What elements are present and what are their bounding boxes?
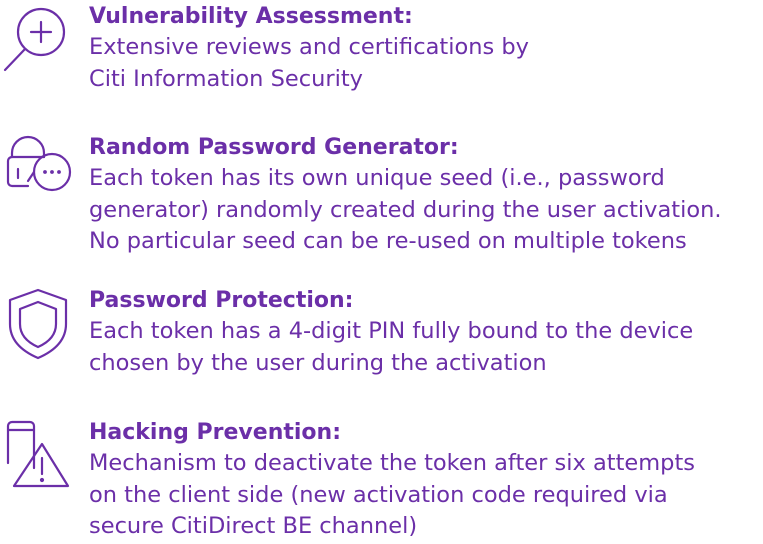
description-line: Each token has its own unique seed (i.e.… (89, 165, 665, 191)
description-line: on the client side (new activation code … (89, 481, 668, 508)
description-line: Extensive reviews and certifications by (89, 34, 529, 60)
feature-description: Extensive reviews and certifications by C… (89, 32, 761, 95)
feature-title: Vulnerability Assessment: (89, 4, 413, 29)
description-line: secure CitiDirect BE channel) (89, 513, 418, 539)
shield-icon (0, 288, 72, 360)
description-line: Mechanism to deactivate the token after … (89, 450, 695, 476)
feature-title: Hacking Prevention: (89, 420, 341, 445)
feature-description: Mechanism to deactivate the token after … (89, 448, 761, 543)
lock-chat-icon (0, 135, 72, 207)
feature-title: Random Password Generator: (89, 135, 459, 160)
phone-warning-icon (0, 420, 72, 492)
feature-description: Each token has a 4-digit PIN fully bound… (89, 316, 761, 379)
description-line: generator) randomly created during the u… (89, 196, 722, 223)
description-line: chosen by the user during the activation (89, 349, 547, 376)
description-line: Each token has a 4-digit PIN fully bound… (89, 318, 694, 344)
description-line: No particular seed can be re-used on mul… (89, 228, 687, 254)
magnifier-plus-icon (0, 4, 72, 76)
feature-description: Each token has its own unique seed (i.e.… (89, 163, 761, 258)
description-line: Citi Information Security (89, 65, 363, 92)
feature-title: Password Protection: (89, 288, 354, 313)
